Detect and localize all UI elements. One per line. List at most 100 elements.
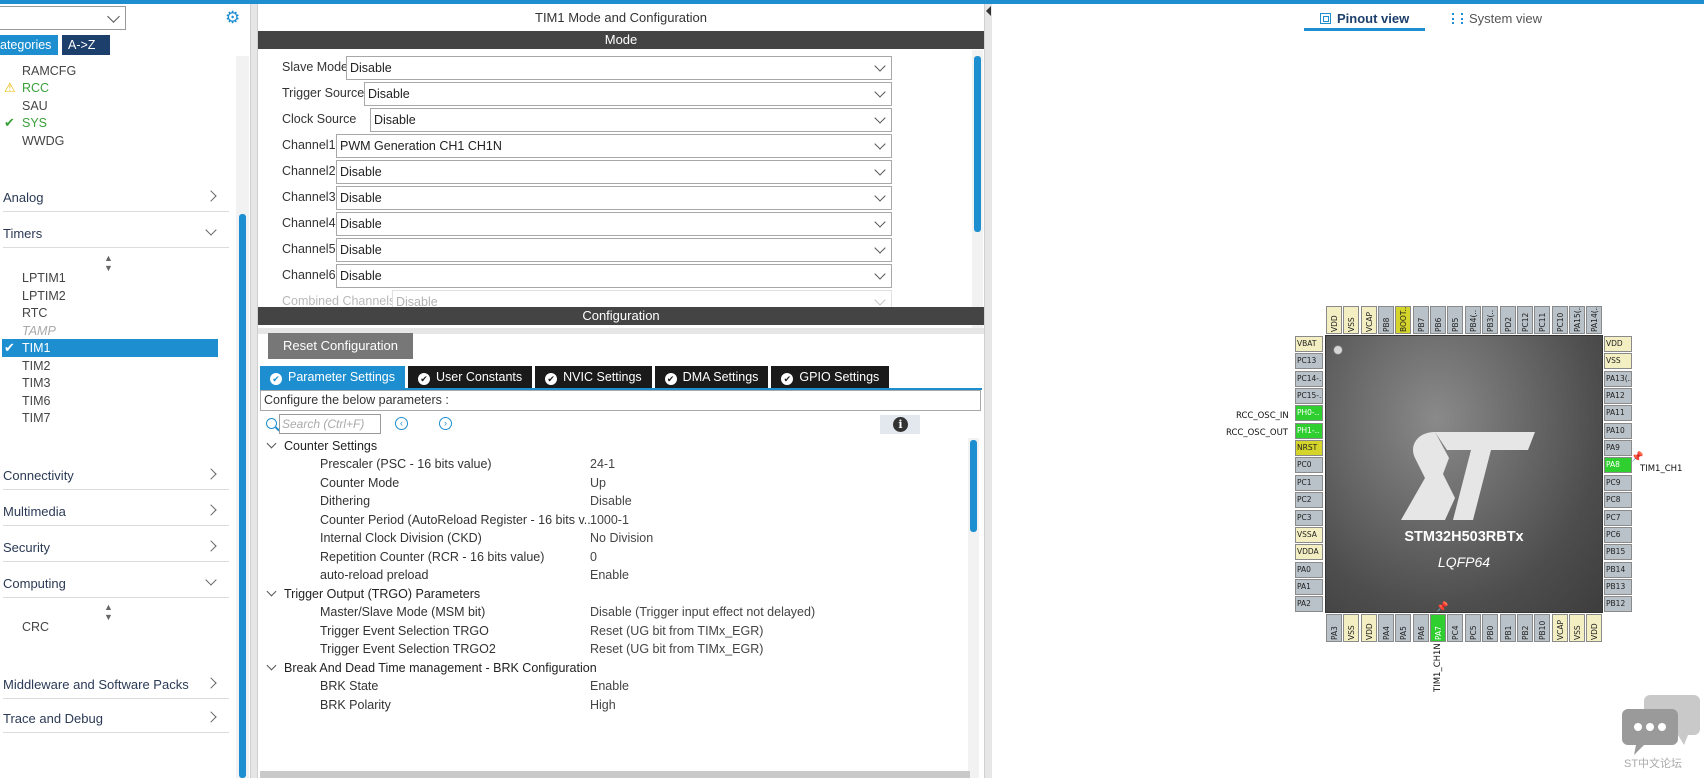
search-next-icon[interactable]: ›: [439, 417, 452, 430]
pin-right-9[interactable]: PC8: [1604, 492, 1632, 508]
tree-item-tim3[interactable]: TIM3: [22, 374, 50, 392]
pin-left-9[interactable]: PC2: [1295, 492, 1323, 508]
channel4-select[interactable]: Disable: [336, 212, 892, 236]
trigger-source-select[interactable]: Disable: [364, 82, 892, 106]
pin-bottom-9[interactable]: PB0: [1482, 614, 1498, 642]
category-analog[interactable]: Analog: [3, 188, 229, 212]
group-trgo-parameters[interactable]: Trigger Output (TRGO) Parameters: [266, 585, 480, 603]
pin-top-15[interactable]: PA14(..: [1586, 306, 1602, 334]
tab-parameter-settings[interactable]: ✔ Parameter Settings: [260, 366, 405, 388]
pin-bottom-12[interactable]: PB10: [1534, 614, 1550, 642]
pin-left-1[interactable]: PC13: [1295, 353, 1323, 369]
categories-scrollbar[interactable]: [239, 214, 246, 778]
tree-item-sau[interactable]: SAU: [22, 97, 48, 115]
pin-right-8[interactable]: PC9: [1604, 475, 1632, 491]
pin-bottom-4[interactable]: PA5: [1395, 614, 1411, 642]
channel1-select[interactable]: PWM Generation CH1 CH1N: [336, 134, 892, 158]
pin-top-2[interactable]: VCAP: [1361, 306, 1377, 334]
category-filter-combo[interactable]: [0, 6, 126, 30]
pin-left-2[interactable]: PC14-..: [1295, 371, 1323, 387]
pin-bottom-0[interactable]: PA3: [1326, 614, 1342, 642]
category-connectivity[interactable]: Connectivity: [3, 466, 229, 490]
tree-item-tim7[interactable]: TIM7: [22, 409, 50, 427]
tab-dma-settings[interactable]: ✔ DMA Settings: [654, 366, 769, 388]
tab-categories[interactable]: ategories: [0, 35, 58, 55]
pin-left-5[interactable]: PH1-..: [1295, 423, 1323, 439]
pin-right-2[interactable]: PA13(..: [1604, 371, 1632, 387]
channel3-select[interactable]: Disable: [336, 186, 892, 210]
pin-bottom-7[interactable]: PC4: [1447, 614, 1463, 642]
pin-left-14[interactable]: PA1: [1295, 579, 1323, 595]
pin-top-9[interactable]: PB3(..: [1482, 306, 1498, 334]
pin-top-0[interactable]: VDD: [1326, 306, 1342, 334]
clock-source-select[interactable]: Disable: [370, 108, 892, 132]
param-value[interactable]: 0: [590, 548, 597, 566]
group-counter-settings[interactable]: Counter Settings: [266, 437, 377, 455]
tab-a-z[interactable]: A->Z: [62, 35, 110, 55]
pin-right-6[interactable]: PA9: [1604, 440, 1632, 456]
sort-icon[interactable]: ▲ ▼: [104, 253, 113, 273]
pin-bottom-1[interactable]: VSS: [1343, 614, 1359, 642]
category-computing[interactable]: Computing: [3, 574, 229, 598]
pin-top-14[interactable]: PA15(..: [1569, 306, 1585, 334]
pin-right-0[interactable]: VDD: [1604, 336, 1632, 352]
pin-bottom-10[interactable]: PB1: [1500, 614, 1516, 642]
tree-item-tim1[interactable]: ✔ TIM1: [2, 339, 218, 357]
tree-item-tamp[interactable]: TAMP: [22, 322, 56, 340]
tree-item-sys[interactable]: ✔ SYS: [4, 114, 47, 132]
category-timers[interactable]: Timers: [3, 224, 229, 248]
tree-item-lptim1[interactable]: LPTIM1: [22, 269, 66, 287]
tree-item-ramcfg[interactable]: RAMCFG: [22, 62, 76, 80]
tab-user-constants[interactable]: ✔ User Constants: [408, 366, 533, 388]
pin-left-6[interactable]: NRST: [1295, 440, 1323, 456]
param-value[interactable]: Up: [590, 474, 606, 492]
param-value[interactable]: High: [590, 696, 616, 714]
pin-top-10[interactable]: PD2: [1500, 306, 1516, 334]
category-multimedia[interactable]: Multimedia: [3, 502, 229, 526]
tree-item-tim2[interactable]: TIM2: [22, 357, 50, 375]
pin-top-6[interactable]: PB6: [1430, 306, 1446, 334]
channel2-select[interactable]: Disable: [336, 160, 892, 184]
pin-top-12[interactable]: PC11: [1534, 306, 1550, 334]
pin-bottom-6[interactable]: PA7: [1430, 614, 1446, 642]
tab-nvic-settings[interactable]: ✔ NVIC Settings: [535, 366, 652, 388]
pin-left-12[interactable]: VDDA: [1295, 544, 1323, 560]
tree-item-lptim2[interactable]: LPTIM2: [22, 287, 66, 305]
pin-left-13[interactable]: PA0: [1295, 562, 1323, 578]
pin-bottom-15[interactable]: VDD: [1586, 614, 1602, 642]
pin-right-3[interactable]: PA12: [1604, 388, 1632, 404]
pin-right-12[interactable]: PB15: [1604, 544, 1632, 560]
tree-item-wwdg[interactable]: WWDG: [22, 132, 64, 150]
pin-bottom-14[interactable]: VSS: [1569, 614, 1585, 642]
sort-icon[interactable]: ▲ ▼: [104, 602, 113, 622]
param-value[interactable]: 1000-1: [590, 511, 629, 529]
pin-right-5[interactable]: PA10: [1604, 423, 1632, 439]
param-value[interactable]: Reset (UG bit from TIMx_EGR): [590, 622, 763, 640]
tree-item-crc[interactable]: CRC: [22, 618, 49, 636]
param-value[interactable]: 24-1: [590, 455, 615, 473]
search-prev-icon[interactable]: ‹: [395, 417, 408, 430]
info-button[interactable]: i: [880, 415, 920, 434]
pin-right-11[interactable]: PC6: [1604, 527, 1632, 543]
pin-top-4[interactable]: BOOT..: [1395, 306, 1411, 334]
param-value[interactable]: No Division: [590, 529, 653, 547]
pin-right-10[interactable]: PC7: [1604, 510, 1632, 526]
param-value[interactable]: Reset (UG bit from TIMx_EGR): [590, 640, 763, 658]
pin-left-15[interactable]: PA2: [1295, 596, 1323, 612]
pin-left-4[interactable]: PH0-..: [1295, 405, 1323, 421]
pin-right-13[interactable]: PB14: [1604, 562, 1632, 578]
param-value[interactable]: Enable: [590, 677, 629, 695]
pin-right-4[interactable]: PA11: [1604, 405, 1632, 421]
category-security[interactable]: Security: [3, 538, 229, 562]
pin-bottom-2[interactable]: VDD: [1361, 614, 1377, 642]
pin-left-11[interactable]: VSSA: [1295, 527, 1323, 543]
tab-gpio-settings[interactable]: ✔ GPIO Settings: [771, 366, 890, 388]
pin-top-5[interactable]: PB7: [1413, 306, 1429, 334]
pin-bottom-8[interactable]: PC5: [1465, 614, 1481, 642]
pin-bottom-3[interactable]: PA4: [1378, 614, 1394, 642]
pin-right-14[interactable]: PB13: [1604, 579, 1632, 595]
horizontal-scrollbar[interactable]: [260, 771, 970, 778]
param-value[interactable]: Disable (Trigger input effect not delaye…: [590, 603, 815, 621]
collapse-arrow-icon[interactable]: [986, 6, 991, 16]
pin-left-8[interactable]: PC1: [1295, 475, 1323, 491]
